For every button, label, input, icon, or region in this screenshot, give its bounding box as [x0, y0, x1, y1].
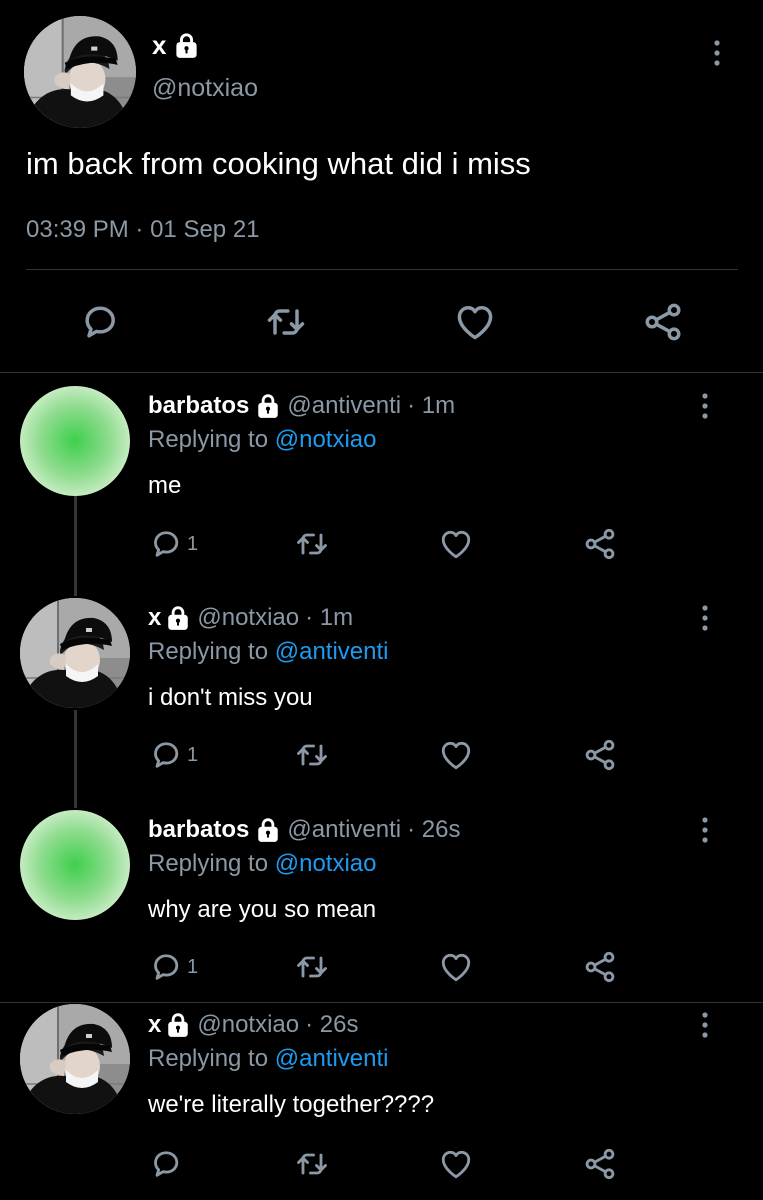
replying-to-link[interactable]: @antiventi [275, 1045, 389, 1072]
like-icon[interactable] [438, 737, 474, 773]
reply-header: x @notxiao · 26s [148, 1011, 358, 1039]
share-icon[interactable] [582, 526, 618, 562]
like-icon[interactable] [438, 1146, 474, 1182]
lock-icon [165, 605, 191, 631]
reply-time: · 1m [407, 392, 456, 419]
reply-time: · 26s [305, 1011, 359, 1038]
replying-to-link[interactable]: @notxiao [275, 850, 377, 877]
retweet-icon[interactable] [294, 949, 330, 985]
reply-avatar[interactable] [20, 1004, 130, 1114]
lock-icon [173, 32, 200, 59]
reply-text: why are you so mean [148, 896, 377, 923]
reply-icon [148, 737, 184, 773]
reply-more-icon[interactable] [700, 815, 710, 845]
main-like-icon[interactable] [453, 300, 497, 344]
reply-more-icon[interactable] [700, 391, 710, 421]
share-icon[interactable] [582, 737, 618, 773]
reply-more-icon[interactable] [700, 603, 710, 633]
reply-header: x @notxiao · 1m [148, 604, 353, 632]
reply-icon [148, 1146, 184, 1182]
replying-to: Replying to @antiventi [148, 638, 389, 666]
thread-line [74, 710, 77, 808]
lock-icon [255, 393, 281, 419]
replying-to-link[interactable]: @notxiao [275, 426, 377, 453]
main-tweet-dot: · [135, 216, 144, 243]
reply-count: 1 [187, 532, 199, 555]
reply-time: · 26s [407, 816, 461, 843]
reply-icon [148, 949, 184, 985]
reply-action-reply[interactable]: 1 [148, 526, 198, 562]
reply-text: we're literally together???? [148, 1091, 435, 1118]
reply-action-reply[interactable] [148, 1146, 187, 1182]
reply-header: barbatos @antiventi · 1m [148, 392, 455, 420]
main-tweet-text: im back from cooking what did i miss [26, 146, 531, 181]
reply-divider [0, 1002, 763, 1003]
reply-author-handle[interactable]: @notxiao [197, 604, 299, 632]
reply-author-name[interactable]: x [148, 1011, 161, 1039]
reply-author-name[interactable]: barbatos [148, 392, 249, 420]
reply-avatar[interactable] [20, 598, 130, 708]
retweet-icon[interactable] [294, 1146, 330, 1182]
main-tweet-time: 03:39 PM [26, 216, 129, 243]
reply-header: barbatos @antiventi · 26s [148, 816, 460, 844]
replying-to-link[interactable]: @antiventi [275, 638, 389, 665]
reply-time: · 1m [305, 604, 354, 631]
reply-action-reply[interactable]: 1 [148, 737, 198, 773]
reply-more-icon[interactable] [700, 1010, 710, 1040]
main-divider [26, 269, 738, 270]
main-bottom-divider [0, 372, 763, 373]
reply-author-handle[interactable]: @antiventi [287, 392, 401, 420]
replying-to-label: Replying to [148, 638, 269, 665]
main-more-icon[interactable] [712, 38, 722, 68]
replying-to: Replying to @notxiao [148, 426, 377, 454]
replying-to-label: Replying to [148, 426, 269, 453]
reply-author-handle[interactable]: @antiventi [287, 816, 401, 844]
main-reply-icon[interactable] [78, 300, 122, 344]
like-icon[interactable] [438, 526, 474, 562]
reply-avatar[interactable] [20, 386, 130, 496]
reply-action-reply[interactable]: 1 [148, 949, 198, 985]
retweet-icon[interactable] [294, 526, 330, 562]
main-tweet-timestamp: 03:39 PM · 01 Sep 21 [26, 216, 260, 244]
reply-text: me [148, 472, 182, 499]
reply-text: i don't miss you [148, 684, 313, 711]
reply-count: 1 [187, 955, 199, 978]
main-author[interactable]: x [152, 30, 200, 60]
replying-to-label: Replying to [148, 1045, 269, 1072]
main-share-icon[interactable] [641, 300, 685, 344]
replying-to: Replying to @antiventi [148, 1045, 389, 1073]
main-retweet-icon[interactable] [264, 300, 308, 344]
main-tweet-date: 01 Sep 21 [150, 216, 260, 243]
lock-icon [255, 817, 281, 843]
replying-to: Replying to @notxiao [148, 850, 377, 878]
reply-author-handle[interactable]: @notxiao [197, 1011, 299, 1039]
share-icon[interactable] [582, 949, 618, 985]
main-avatar[interactable] [24, 16, 136, 128]
lock-icon [165, 1012, 191, 1038]
reply-author-name[interactable]: barbatos [148, 816, 249, 844]
main-author-name: x [152, 29, 167, 60]
reply-avatar[interactable] [20, 810, 130, 920]
reply-author-name[interactable]: x [148, 604, 161, 632]
reply-count: 1 [187, 743, 199, 766]
like-icon[interactable] [438, 949, 474, 985]
share-icon[interactable] [582, 1146, 618, 1182]
replying-to-label: Replying to [148, 850, 269, 877]
retweet-icon[interactable] [294, 737, 330, 773]
thread-line [74, 496, 77, 596]
reply-icon [148, 526, 184, 562]
main-author-handle[interactable]: @notxiao [152, 74, 258, 103]
